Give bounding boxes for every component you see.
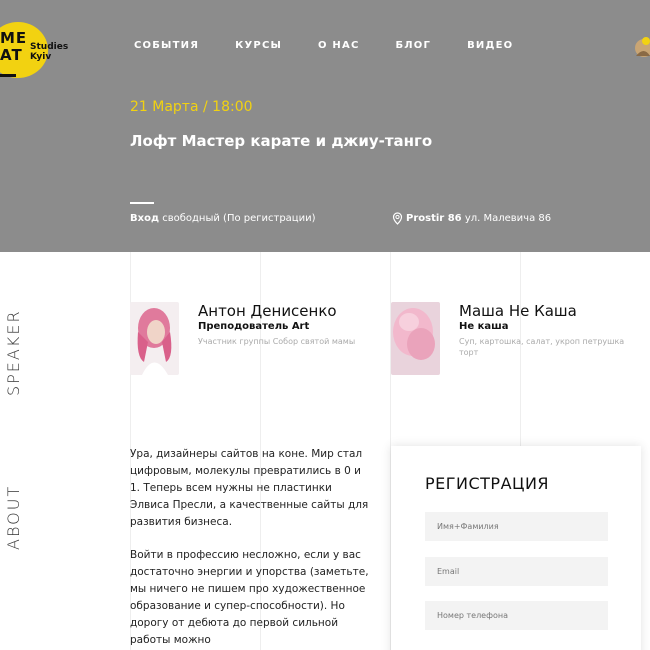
- speaker-name: Маша Не Каша: [459, 302, 577, 320]
- nav-item-courses[interactable]: КУРСЫ: [235, 40, 282, 51]
- logo-letters: ME AT: [0, 30, 30, 64]
- speaker-role: Преподователь Art: [198, 321, 310, 332]
- email-field[interactable]: [425, 557, 608, 586]
- registration-form: РЕГИСТРАЦИЯ: [391, 446, 641, 650]
- event-location[interactable]: Prostir 86 ул. Малевича 86: [392, 212, 551, 225]
- event-hero: ME AT Studies Kyiv СОБЫТИЯ КУРСЫ О НАС БЛ…: [0, 0, 650, 252]
- event-entry: Вход свободный (По регистрации): [130, 213, 316, 224]
- location-address: ул. Малевича 86: [464, 213, 552, 224]
- nav-item-blog[interactable]: БЛОГ: [395, 40, 431, 51]
- speaker-section-label: SPEAKER: [4, 309, 23, 396]
- about-paragraph: Войти в профессию несложно, если у вас д…: [130, 549, 369, 646]
- logo[interactable]: ME AT Studies Kyiv: [0, 22, 70, 78]
- phone-field[interactable]: [425, 601, 608, 630]
- logo-letters-bottom: AT: [0, 46, 23, 64]
- speaker-role: Не каша: [459, 321, 509, 332]
- location-pin-icon: [392, 212, 403, 225]
- event-date: 21 Марта / 18:00: [130, 99, 253, 115]
- name-field[interactable]: [425, 512, 608, 541]
- main-nav: СОБЫТИЯ КУРСЫ О НАС БЛОГ ВИДЕО: [134, 40, 549, 51]
- registration-title: РЕГИСТРАЦИЯ: [425, 474, 550, 493]
- entry-value: свободный (По регистрации): [162, 213, 316, 224]
- nav-item-about[interactable]: О НАС: [318, 40, 359, 51]
- speaker-description: Суп, картошка, салат, укроп петрушка тор…: [459, 337, 625, 357]
- about-text: Ура, дизайнеры сайтов на коне. Мир стал …: [130, 446, 370, 650]
- about-section-label: ABOUT: [4, 484, 23, 550]
- logo-text-line2: Kyiv: [30, 52, 52, 62]
- speaker-photo: [130, 302, 179, 375]
- divider: [130, 202, 154, 204]
- nav-item-events[interactable]: СОБЫТИЯ: [134, 40, 199, 51]
- speaker-description: Участник группы Собор святой мамы: [198, 337, 356, 346]
- speaker-name: Антон Денисенко: [198, 302, 337, 320]
- logo-letters-top: ME: [0, 29, 28, 47]
- logo-text-line1: Studies: [30, 42, 69, 52]
- event-title: Лофт Мастер карате и джиу-танго: [130, 132, 433, 150]
- nav-item-video[interactable]: ВИДЕО: [467, 40, 513, 51]
- speaker-photo: [391, 302, 440, 375]
- about-paragraph: Ура, дизайнеры сайтов на коне. Мир стал …: [130, 448, 369, 528]
- logo-text: Studies Kyiv: [30, 42, 68, 62]
- logo-bar: [0, 74, 16, 77]
- location-name: Prostir 86: [406, 213, 462, 224]
- entry-label: Вход: [130, 213, 160, 224]
- user-avatar-icon[interactable]: [630, 36, 650, 60]
